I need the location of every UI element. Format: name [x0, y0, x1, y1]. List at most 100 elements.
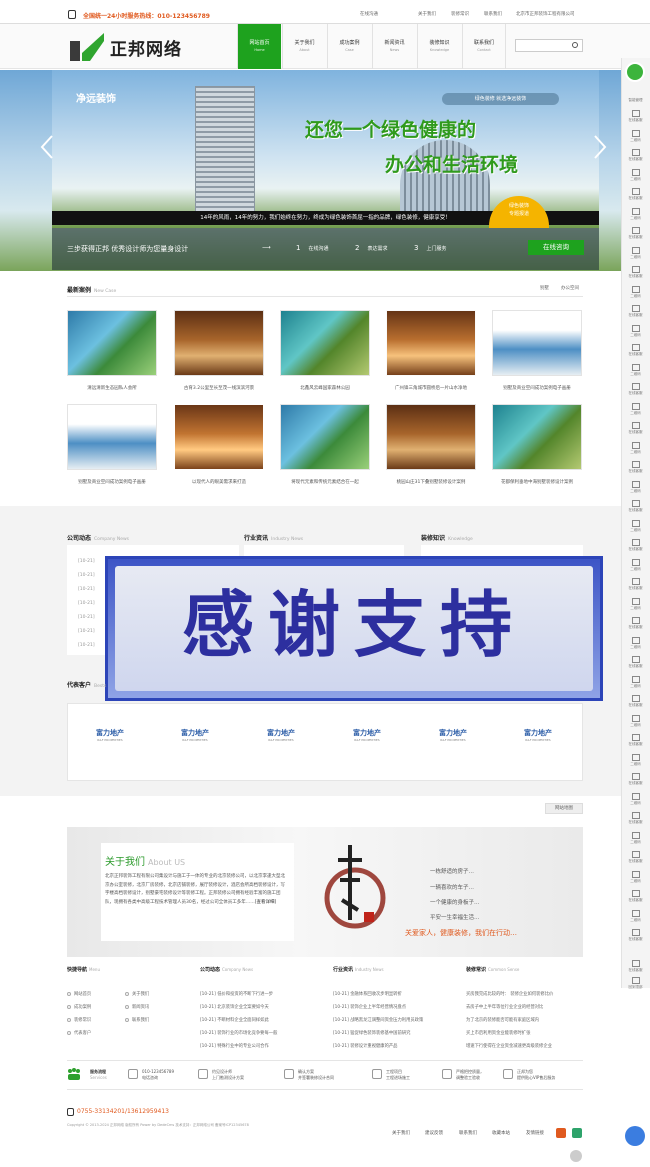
rail-item[interactable]: 在线客服 — [621, 773, 650, 786]
footer-bottom-link[interactable]: 收藏本站 — [492, 1130, 510, 1136]
consult-button[interactable]: 在线咨询 — [528, 240, 584, 255]
rail-item[interactable]: 二维码 — [621, 324, 650, 338]
rail-item[interactable]: 二维码 — [621, 870, 650, 884]
news-date[interactable]: [10-21] — [78, 587, 95, 592]
footer-news-item[interactable]: [10-21] 不断材料企业全面同样如此 — [200, 1017, 269, 1023]
case-image[interactable] — [492, 310, 582, 376]
footer-news-item[interactable]: 买房我完成比较的时： 装修企业如何装修比价 — [466, 991, 553, 997]
footer-news-item[interactable]: [10-21] 金融体系回收次步明显转折 — [333, 991, 402, 997]
logo-icon[interactable] — [70, 33, 104, 61]
rail-item[interactable]: 在线客服 — [621, 344, 650, 357]
rail-item[interactable]: 在线客服 — [621, 383, 650, 396]
rail-item[interactable]: 二维码 — [621, 402, 650, 416]
rail-item[interactable]: 二维码 — [621, 558, 650, 572]
rail-item[interactable]: 在线客服 — [621, 929, 650, 942]
case-caption[interactable]: 花都保利垂地中海别墅装修设计案例 — [482, 479, 592, 485]
rail-item[interactable]: 二维码 — [621, 519, 650, 533]
partner-logo[interactable]: 富力地产 R&F PROPERTIES — [508, 728, 568, 742]
top-link-knowledge[interactable]: 装修常识 — [451, 11, 469, 17]
rail-item[interactable]: 二维码 — [621, 831, 650, 845]
footer-news-item[interactable]: [10-21] 猛促绿色装饰装修基中国前研究 — [333, 1030, 410, 1036]
news-date[interactable]: [10-21] — [78, 615, 95, 620]
nav-news[interactable]: 新闻资讯 News — [372, 24, 416, 69]
rail-item[interactable]: 二维码 — [621, 441, 650, 455]
case-image[interactable] — [280, 310, 370, 376]
rail-item[interactable]: 二维码 — [621, 753, 650, 767]
rail-item[interactable]: 在线客服 — [621, 422, 650, 435]
news-date[interactable]: [10-21] — [78, 573, 95, 578]
footer-news-item[interactable]: [10-21] 战略黑龙江调整间资金压力利用员政策 — [333, 1017, 423, 1023]
rail-item[interactable]: 在线客服 — [621, 734, 650, 747]
case-caption[interactable]: 北鑫风云峰国家森林公园 — [270, 385, 380, 391]
cases-tab-villa[interactable]: 别墅 — [540, 285, 549, 291]
rail-item[interactable]: 在线客服 — [621, 266, 650, 279]
weibo-icon[interactable] — [556, 1128, 566, 1138]
footer-link[interactable]: 成功案例 — [67, 1004, 91, 1010]
rail-item[interactable]: 二维码 — [621, 636, 650, 650]
rail-item[interactable]: 在线客服 — [621, 110, 650, 123]
rail-item[interactable]: 二维码 — [621, 675, 650, 689]
case-caption[interactable]: 桃园山庄31下叠别墅装修设计案例 — [376, 479, 486, 485]
case-caption[interactable]: 别墅及商业空间成功案例电子画册 — [57, 479, 167, 485]
scroll-top-icon[interactable] — [570, 1150, 582, 1162]
footer-news-item[interactable]: 去房子中上半年等位行业企业的经营对比 — [466, 1004, 543, 1010]
rail-item[interactable]: 在线客服 — [621, 500, 650, 513]
case-image[interactable] — [280, 404, 370, 470]
news-date[interactable]: [10-21] — [78, 559, 95, 564]
footer-news-item[interactable]: [10-21] 低价和投资的不断下行进一步 — [200, 991, 273, 997]
rail-item[interactable]: 在线客服 — [621, 578, 650, 591]
rail-item[interactable]: 二维码 — [621, 480, 650, 494]
case-image[interactable] — [174, 310, 264, 376]
footer-bottom-link[interactable]: 联系我们 — [459, 1130, 477, 1136]
rail-item[interactable]: 二维码 — [621, 909, 650, 923]
footer-news-item[interactable]: 增速下行使得在企业资金减速更高级装修企业 — [466, 1043, 552, 1049]
case-image[interactable] — [67, 310, 157, 376]
rail-bottom-item[interactable]: 回到顶部 — [621, 977, 650, 990]
chevron-right-icon[interactable] — [593, 135, 607, 159]
case-image[interactable] — [386, 310, 476, 376]
footer-news-item[interactable]: [10-21] 装修设计重视健康的产品 — [333, 1043, 397, 1049]
footer-bottom-link[interactable]: 建议反馈 — [425, 1130, 443, 1136]
case-caption[interactable]: 将现代元素和传统元素结合在一起 — [270, 479, 380, 485]
footer-link[interactable]: 联系我们 — [125, 1017, 149, 1023]
rail-top-label[interactable]: 智能管理 — [621, 98, 650, 103]
about-more-link[interactable]: [查看详细] — [255, 900, 277, 905]
case-image[interactable] — [386, 404, 476, 470]
rail-item[interactable]: 二维码 — [621, 129, 650, 143]
rail-item[interactable]: 二维码 — [621, 207, 650, 221]
rail-item[interactable]: 在线客服 — [621, 305, 650, 318]
rail-item[interactable]: 二维码 — [621, 285, 650, 299]
news-date[interactable]: [10-21] — [78, 643, 95, 648]
case-image[interactable] — [492, 404, 582, 470]
rail-item[interactable]: 在线客服 — [621, 227, 650, 240]
partner-logo[interactable]: 富力地产 R&F PROPERTIES — [337, 728, 397, 742]
partner-logo[interactable]: 富力地产 R&F PROPERTIES — [80, 728, 140, 742]
top-link-about[interactable]: 关于我们 — [418, 11, 436, 17]
case-image[interactable] — [174, 404, 264, 470]
footer-news-item[interactable]: 为了北京的装修能否可能有家庭区域内 — [466, 1017, 539, 1023]
case-caption[interactable]: 清远清新生态园私人会所 — [57, 385, 167, 391]
rail-item[interactable]: 在线客服 — [621, 149, 650, 162]
rail-bottom-item[interactable]: 在线客服 — [621, 960, 650, 973]
rail-item[interactable]: 在线客服 — [621, 461, 650, 474]
case-caption[interactable]: 广州锋三角城市圆桥后一片山水净地 — [376, 385, 486, 391]
top-link-chat[interactable]: 在线沟通 — [360, 11, 378, 17]
case-caption[interactable]: 以现代人的眼美需求来打造 — [164, 479, 274, 485]
rail-item[interactable]: 在线客服 — [621, 812, 650, 825]
nav-knowledge[interactable]: 装修知识 Knowledge — [417, 24, 461, 69]
case-caption[interactable]: 古育3.2公里至长至茂一线滨滨河景 — [164, 385, 274, 391]
rail-item[interactable]: 在线客服 — [621, 890, 650, 903]
case-image[interactable] — [67, 404, 157, 470]
rail-item[interactable]: 在线客服 — [621, 656, 650, 669]
rail-item[interactable]: 二维码 — [621, 363, 650, 377]
sitemap-button[interactable]: 网站地图 — [545, 803, 583, 814]
cases-tab-office[interactable]: 办公空间 — [561, 285, 579, 291]
footer-news-item[interactable]: [10-21] 装饰企业上半年经营情况盘点 — [333, 1004, 406, 1010]
logo-text[interactable]: 正邦网络 — [110, 35, 182, 60]
rail-item[interactable]: 在线客服 — [621, 617, 650, 630]
chevron-left-icon[interactable] — [40, 135, 54, 159]
search-icon[interactable] — [572, 42, 578, 48]
rail-item[interactable]: 二维码 — [621, 714, 650, 728]
partner-logo[interactable]: 富力地产 R&F PROPERTIES — [251, 728, 311, 742]
nav-case[interactable]: 成功案例 Case — [327, 24, 371, 69]
